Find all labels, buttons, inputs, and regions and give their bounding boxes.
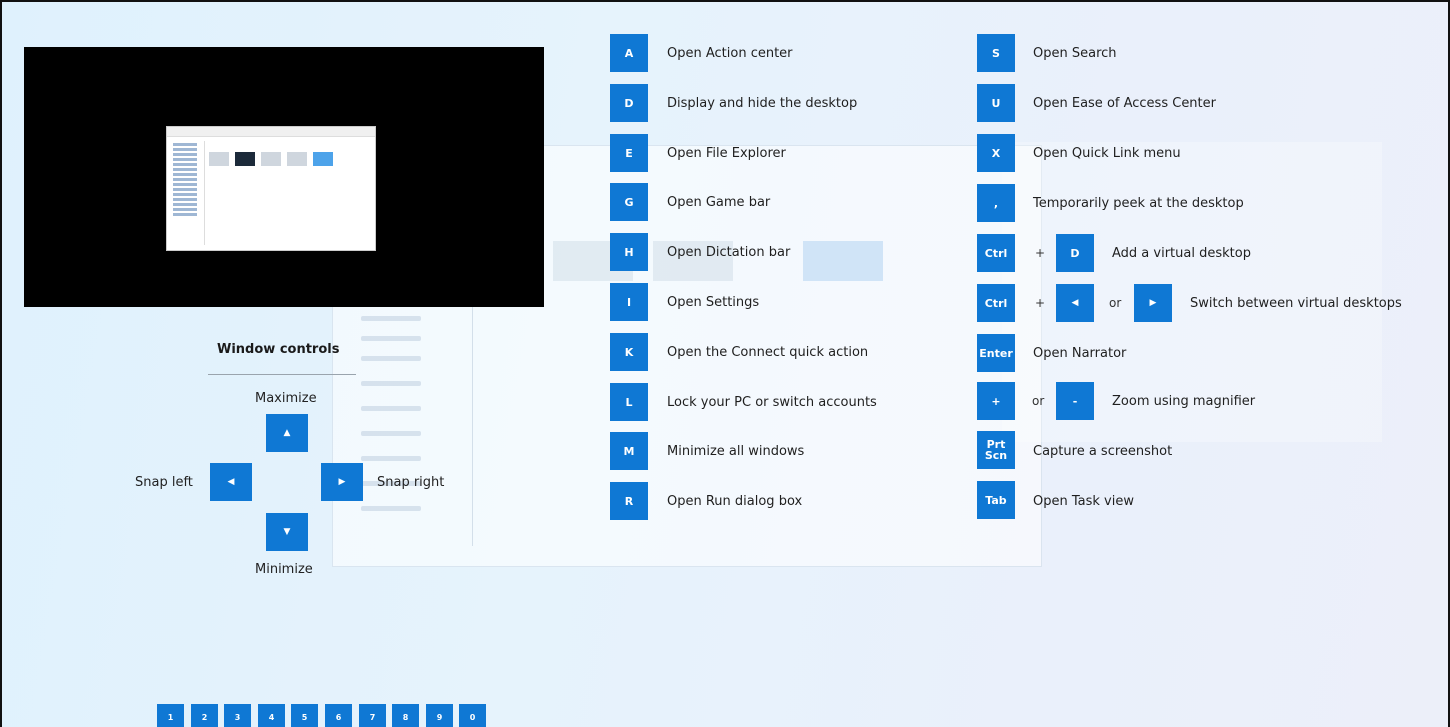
or-text: or xyxy=(1109,296,1122,310)
key-enter[interactable]: Enter xyxy=(977,334,1015,372)
shortcut-label: Minimize all windows xyxy=(667,444,805,459)
key-comma[interactable]: , xyxy=(977,184,1015,222)
minimize-button[interactable]: ▼ xyxy=(266,513,308,551)
key-d[interactable]: D xyxy=(610,84,648,122)
key-arrow-left[interactable]: ◀ xyxy=(1056,284,1094,322)
shortcut-label: Open Game bar xyxy=(667,195,771,210)
shortcut-label: Open Task view xyxy=(1033,494,1134,509)
key-d[interactable]: D xyxy=(1056,234,1094,272)
window-controls-divider xyxy=(208,374,356,375)
window-preview xyxy=(24,47,544,307)
key-k[interactable]: K xyxy=(610,333,648,371)
snap-right-label: Snap right xyxy=(377,475,445,490)
shortcut-label: Switch between virtual desktops xyxy=(1190,296,1402,311)
key-ctrl[interactable]: Ctrl xyxy=(977,234,1015,272)
shortcut-label: Open Narrator xyxy=(1033,346,1127,361)
minimize-label: Minimize xyxy=(255,562,313,577)
arrow-left-icon: ◀ xyxy=(227,477,235,487)
number-key-1[interactable]: 1 xyxy=(157,704,184,727)
key-e[interactable]: E xyxy=(610,134,648,172)
number-key-7[interactable]: 7 xyxy=(359,704,386,727)
number-key-0[interactable]: 0 xyxy=(459,704,486,727)
shortcut-label: Lock your PC or switch accounts xyxy=(667,395,877,410)
ghost-tile xyxy=(803,241,883,281)
shortcut-label: Open Settings xyxy=(667,295,760,310)
key-m[interactable]: M xyxy=(610,432,648,470)
prtscn-line2: Scn xyxy=(984,449,1008,462)
number-key-2[interactable]: 2 xyxy=(191,704,218,727)
number-key-8[interactable]: 8 xyxy=(392,704,419,727)
snap-right-button[interactable]: ▶ xyxy=(321,463,363,501)
shortcut-label: Zoom using magnifier xyxy=(1112,394,1256,409)
key-minus[interactable]: - xyxy=(1056,382,1094,420)
snap-left-label: Snap left xyxy=(135,475,193,490)
shortcut-label: Open File Explorer xyxy=(667,146,786,161)
key-r[interactable]: R xyxy=(610,482,648,520)
number-key-5[interactable]: 5 xyxy=(291,704,318,727)
key-plus[interactable]: + xyxy=(977,382,1015,420)
ghost-sidebar xyxy=(353,306,473,546)
key-g[interactable]: G xyxy=(610,183,648,221)
arrow-down-icon: ▼ xyxy=(283,527,291,537)
shortcut-label: Open Action center xyxy=(667,46,793,61)
shortcut-label: Open the Connect quick action xyxy=(667,345,869,360)
or-text: or xyxy=(1032,394,1045,408)
snap-left-button[interactable]: ◀ xyxy=(210,463,252,501)
arrow-right-icon: ▶ xyxy=(338,477,346,487)
file-explorer-thumbnail xyxy=(166,126,376,251)
arrow-up-icon: ▲ xyxy=(283,428,291,438)
key-a[interactable]: A xyxy=(610,34,648,72)
number-key-9[interactable]: 9 xyxy=(426,704,453,727)
number-key-4[interactable]: 4 xyxy=(258,704,285,727)
shortcut-label: Capture a screenshot xyxy=(1033,444,1173,459)
key-tab[interactable]: Tab xyxy=(977,481,1015,519)
shortcut-guide-panel: Window controls Maximize ▲ Snap left ◀ ▶… xyxy=(0,0,1450,727)
key-ctrl[interactable]: Ctrl xyxy=(977,284,1015,322)
number-key-6[interactable]: 6 xyxy=(325,704,352,727)
plus-text: + xyxy=(1035,246,1046,260)
plus-text: + xyxy=(1035,296,1046,310)
shortcut-label: Open Ease of Access Center xyxy=(1033,96,1216,111)
key-i[interactable]: I xyxy=(610,283,648,321)
key-arrow-right[interactable]: ▶ xyxy=(1134,284,1172,322)
key-prtscn[interactable]: Prt Scn xyxy=(977,431,1015,469)
maximize-label: Maximize xyxy=(255,391,317,406)
shortcut-label: Display and hide the desktop xyxy=(667,96,858,111)
maximize-button[interactable]: ▲ xyxy=(266,414,308,452)
arrow-right-icon: ▶ xyxy=(1149,298,1157,308)
shortcut-label: Open Dictation bar xyxy=(667,245,791,260)
key-u[interactable]: U xyxy=(977,84,1015,122)
key-s[interactable]: S xyxy=(977,34,1015,72)
key-l[interactable]: L xyxy=(610,383,648,421)
shortcut-label: Add a virtual desktop xyxy=(1112,246,1251,261)
arrow-left-icon: ◀ xyxy=(1071,298,1079,308)
key-h[interactable]: H xyxy=(610,233,648,271)
shortcut-label: Open Run dialog box xyxy=(667,494,803,509)
shortcut-label: Open Quick Link menu xyxy=(1033,146,1181,161)
key-x[interactable]: X xyxy=(977,134,1015,172)
shortcut-label: Open Search xyxy=(1033,46,1117,61)
shortcut-label: Temporarily peek at the desktop xyxy=(1033,196,1244,211)
number-key-3[interactable]: 3 xyxy=(224,704,251,727)
window-controls-title: Window controls xyxy=(217,342,340,357)
